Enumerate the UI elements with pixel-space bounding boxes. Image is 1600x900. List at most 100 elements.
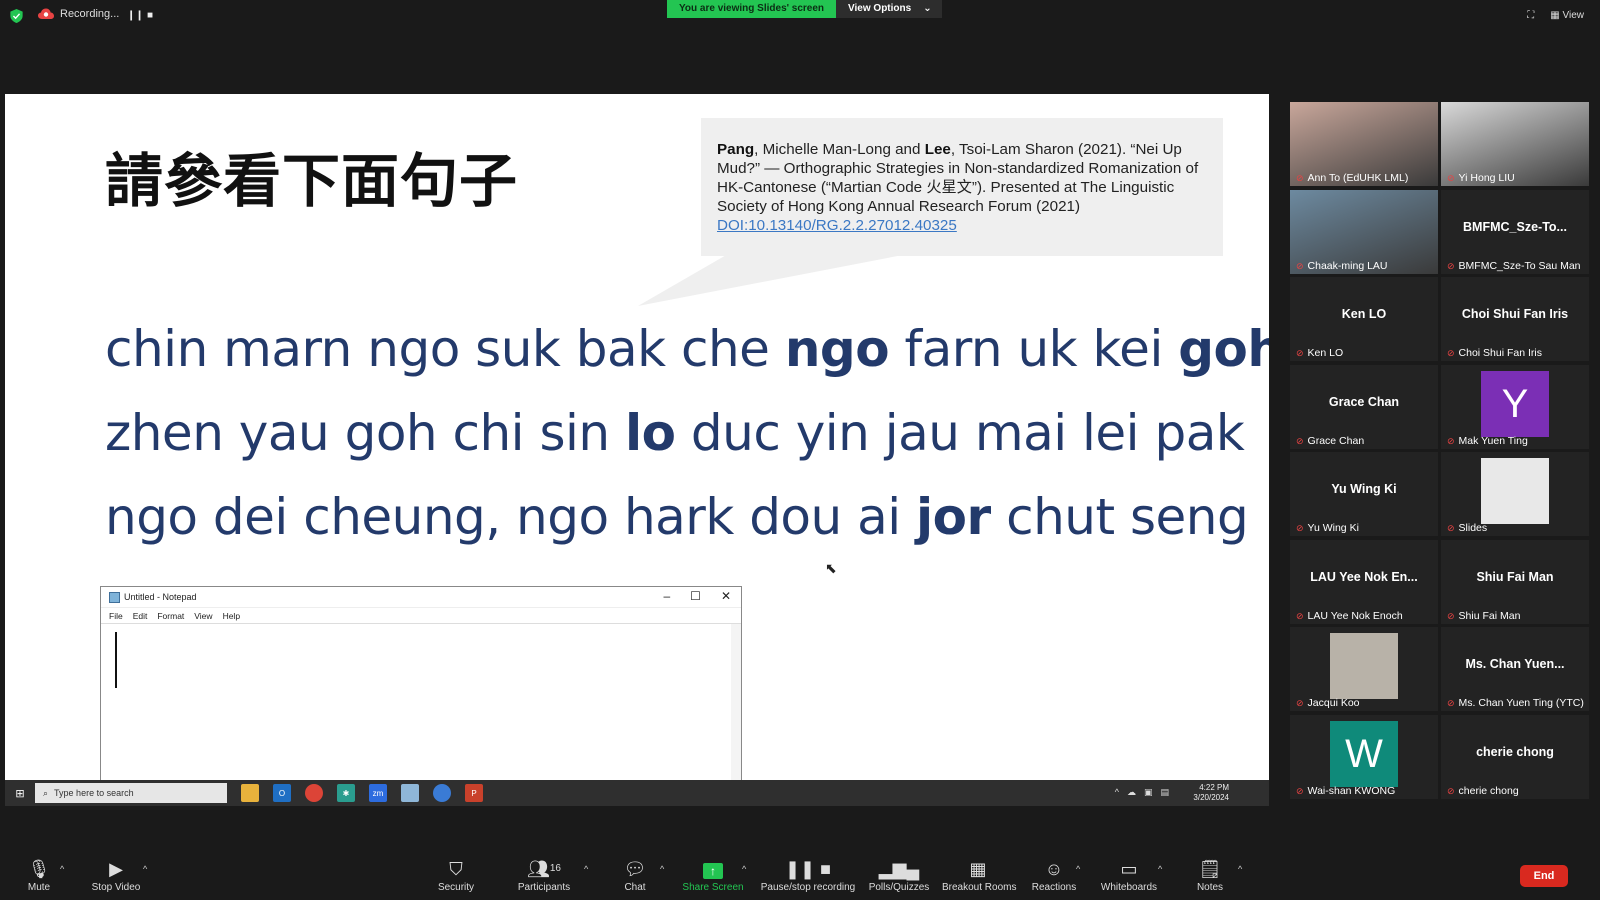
line-segment: zhen yau goh chi sin	[105, 404, 625, 462]
polls-button[interactable]: ▂▆▄ Polls/Quizzes	[868, 858, 930, 893]
notes-button[interactable]: 🗒︎ Notes	[1194, 858, 1226, 893]
whiteboards-label: Whiteboards	[1100, 882, 1158, 893]
notepad-taskbar-icon[interactable]	[401, 784, 419, 802]
network-icon: ▣	[1143, 787, 1153, 797]
emphasized-word: lo	[625, 404, 676, 462]
outlook-icon[interactable]: O	[273, 784, 291, 802]
participant-tile[interactable]: ⊘ Slides	[1441, 452, 1589, 536]
shield-icon: ⛉	[449, 859, 463, 879]
video-camera-icon: ▶	[109, 859, 123, 879]
file-explorer-icon[interactable]	[241, 784, 259, 802]
line-segment: chin marn ngo suk bak che	[105, 320, 785, 378]
whiteboards-caret[interactable]: ^	[1158, 864, 1162, 874]
participant-tile[interactable]: W ⊘ Wai-shan KWONG	[1290, 715, 1438, 799]
participant-tile[interactable]: Grace Chan ⊘ Grace Chan	[1290, 365, 1438, 449]
callout-tail	[637, 254, 908, 306]
mic-muted-icon: ⊘	[1296, 435, 1304, 446]
mute-button[interactable]: 🎙︎ Mute	[24, 858, 54, 893]
participant-name: Jacqui Koo	[1307, 697, 1360, 709]
participant-name-label: ⊘ Choi Shui Fan Iris	[1447, 347, 1542, 359]
stop-recording-button[interactable]: ■	[147, 10, 153, 21]
participants-button[interactable]: 👥︎16 Participants	[516, 858, 572, 893]
volume-icon: ▤	[1160, 787, 1169, 797]
audio-options-caret[interactable]: ^	[60, 864, 64, 874]
participant-name-label: ⊘ LAU Yee Nok Enoch	[1296, 610, 1403, 622]
windows-start-icon[interactable]: ⊞	[5, 780, 35, 806]
participant-tile[interactable]: cherie chong ⊘ cherie chong	[1441, 715, 1589, 799]
participant-tile[interactable]: BMFMC_Sze-To... ⊘ BMFMC_Sze-To Sau Man	[1441, 190, 1589, 274]
participants-caret[interactable]: ^	[584, 864, 588, 874]
participant-tile[interactable]: Y ⊘ Mak Yuen Ting	[1441, 365, 1589, 449]
security-label: Security	[437, 882, 475, 893]
participant-display-name: Yu Wing Ki	[1331, 482, 1397, 496]
immersive-view-icon[interactable]: ⛶	[1527, 10, 1534, 21]
pause-stop-recording-label: Pause/stop recording	[760, 882, 856, 893]
notepad-scrollbar[interactable]	[731, 624, 741, 787]
reactions-caret[interactable]: ^	[1076, 864, 1080, 874]
notes-label: Notes	[1196, 882, 1224, 893]
whiteboards-button[interactable]: ▭ Whiteboards	[1098, 858, 1160, 893]
security-button[interactable]: ⛉ Security	[436, 858, 476, 893]
participant-tile[interactable]: ⊘ Yi Hong LIU	[1441, 102, 1589, 186]
chrome-icon[interactable]	[305, 784, 323, 802]
notepad-titlebar[interactable]: Untitled - Notepad	[101, 587, 741, 608]
reactions-button[interactable]: ☺ Reactions	[1030, 858, 1078, 893]
share-screen-button[interactable]: ↑ Share Screen	[682, 858, 744, 893]
participant-tile[interactable]: Shiu Fai Man ⊘ Shiu Fai Man	[1441, 540, 1589, 624]
minimize-icon[interactable]: –	[663, 589, 670, 603]
video-options-caret[interactable]: ^	[143, 864, 147, 874]
participant-name-label: ⊘ BMFMC_Sze-To Sau Man	[1447, 260, 1581, 272]
whiteboard-icon: ▭	[1120, 859, 1138, 879]
search-icon: ⌕	[43, 787, 49, 798]
participant-tile[interactable]: Ken LO ⊘ Ken LO	[1290, 277, 1438, 361]
powerpoint-icon[interactable]: P	[465, 784, 483, 802]
top-right-controls: ⛶ ▦ View	[1527, 10, 1584, 21]
share-caret[interactable]: ^	[742, 864, 746, 874]
chat-button[interactable]: 💬︎ Chat	[620, 858, 650, 893]
participant-tile[interactable]: ⊘ Jacqui Koo	[1290, 627, 1438, 711]
pause-stop-recording-button[interactable]: ❚❚ ■ Pause/stop recording	[760, 858, 856, 893]
browser-icon[interactable]	[433, 784, 451, 802]
doi-link[interactable]: DOI:10.13140/RG.2.2.27012.40325	[717, 217, 957, 234]
chat-caret[interactable]: ^	[660, 864, 664, 874]
shield-icon[interactable]	[10, 9, 23, 23]
participant-tile[interactable]: Ms. Chan Yuen... ⊘ Ms. Chan Yuen Ting (YTC…	[1441, 627, 1589, 711]
share-banner: You are viewing Slides' screen View Opti…	[667, 0, 942, 18]
participant-tile[interactable]: ⊘ Ann To (EdUHK LML)	[1290, 102, 1438, 186]
mic-muted-icon: ⊘	[1447, 697, 1455, 708]
participant-tile[interactable]: LAU Yee Nok En... ⊘ LAU Yee Nok Enoch	[1290, 540, 1438, 624]
system-tray-icons[interactable]: ^ ☁ ▣ ▤	[1115, 787, 1169, 798]
viewing-banner-text: You are viewing Slides' screen	[667, 0, 837, 18]
taskbar-search[interactable]: ⌕ Type here to search	[35, 783, 227, 803]
participant-name: Slides	[1458, 522, 1488, 534]
end-meeting-button[interactable]: End	[1520, 865, 1568, 887]
breakout-rooms-button[interactable]: ▦ Breakout Rooms	[942, 858, 1016, 893]
mic-muted-icon: ⊘	[1447, 785, 1455, 796]
view-options-button[interactable]: View Options ⌄	[836, 0, 942, 18]
taskbar-clock[interactable]: 4:22 PM 3/20/2024	[1193, 783, 1229, 803]
view-button[interactable]: ▦ View	[1550, 10, 1584, 21]
notepad-window[interactable]: Untitled - Notepad – ☐ ✕ File Edit Forma…	[100, 586, 742, 788]
participant-name: Choi Shui Fan Iris	[1458, 347, 1542, 359]
close-icon[interactable]: ✕	[721, 589, 731, 603]
participant-display-name: Grace Chan	[1328, 395, 1400, 409]
stop-video-button[interactable]: ▶ Stop Video	[88, 858, 144, 893]
pause-stop-icon: ❚❚ ■	[784, 859, 832, 879]
smiley-icon: ☺	[1044, 859, 1064, 879]
pause-recording-button[interactable]: ❙❙	[127, 10, 144, 21]
notes-caret[interactable]: ^	[1238, 864, 1242, 874]
maximize-icon[interactable]: ☐	[690, 589, 701, 603]
mic-muted-icon: ⊘	[1447, 522, 1455, 533]
notepad-text-area[interactable]	[101, 623, 741, 787]
app-icon[interactable]: ✱	[337, 784, 355, 802]
participant-tile[interactable]: Yu Wing Ki ⊘ Yu Wing Ki	[1290, 452, 1438, 536]
participant-display-name: LAU Yee Nok En...	[1310, 570, 1418, 584]
microphone-icon: 🎙︎	[27, 859, 51, 879]
participant-tile[interactable]: ⊘ Chaak-ming LAU	[1290, 190, 1438, 274]
meeting-toolbar: 🎙︎ Mute ^ ▶ Stop Video ^ ⛉ Security 👥︎16…	[0, 848, 1600, 900]
participant-tile[interactable]: Choi Shui Fan Iris ⊘ Choi Shui Fan Iris	[1441, 277, 1589, 361]
mic-muted-icon: ⊘	[1296, 697, 1304, 708]
participant-name-label: ⊘ Slides	[1447, 522, 1487, 534]
grid-icon: ▦	[1550, 10, 1560, 21]
zoom-icon[interactable]: zm	[369, 784, 387, 802]
